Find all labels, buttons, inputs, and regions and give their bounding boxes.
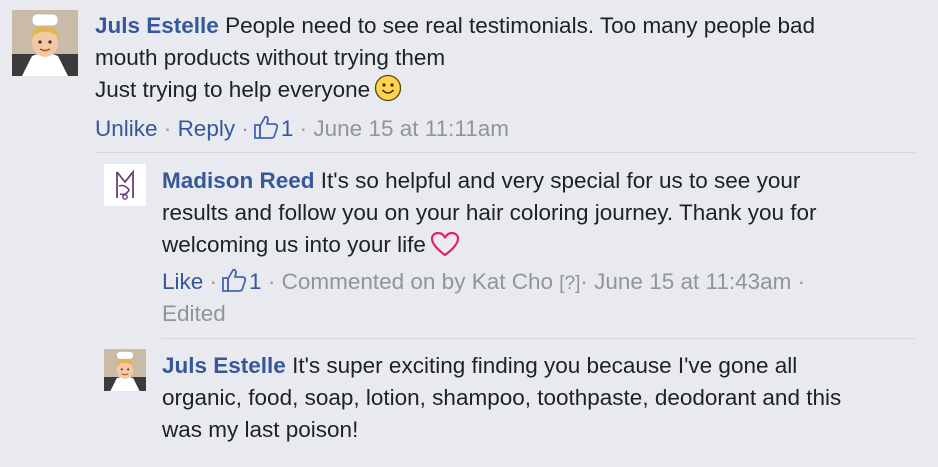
comment-author[interactable]: Madison Reed (162, 168, 315, 193)
comment-text-line: was my last poison! (162, 417, 359, 442)
comment-text-line: It's super exciting finding you because … (292, 353, 798, 378)
heart-emoji-icon (430, 231, 460, 266)
separator: · (299, 116, 308, 141)
commented-by-text: Commented on by Kat Cho (281, 269, 553, 294)
separator: · (580, 269, 588, 294)
comment-author[interactable]: Juls Estelle (162, 353, 286, 378)
help-link[interactable]: [?] (559, 273, 580, 294)
reply-divider (95, 152, 915, 153)
reply-link[interactable]: Reply (178, 116, 236, 141)
comment-timestamp[interactable]: June 15 at 11:43am (594, 269, 791, 294)
comment-text-line: results and follow you on your hair colo… (162, 200, 817, 225)
avatar-madison-reed[interactable] (104, 164, 146, 206)
comment-text-line: It's so helpful and very special for us … (320, 168, 801, 193)
comment-author[interactable]: Juls Estelle (95, 13, 219, 38)
like-count[interactable]: 1 (249, 269, 262, 294)
comment-text-line: welcoming us into your life (162, 232, 426, 257)
separator: · (209, 269, 218, 294)
avatar-juls-estelle[interactable] (104, 349, 146, 391)
comment-text-line: Just trying to help everyone (95, 77, 371, 102)
avatar-juls-estelle[interactable] (12, 10, 78, 76)
separator: · (267, 269, 276, 294)
avatar-chef-image (12, 10, 78, 76)
unlike-link[interactable]: Unlike (95, 116, 158, 141)
smiley-emoji-icon (374, 74, 402, 111)
comment-text-line: mouth products without trying them (95, 45, 446, 70)
reply-divider (162, 338, 915, 339)
edited-link[interactable]: Edited (162, 301, 226, 326)
comment-text-line: People need to see real testimonials. To… (225, 13, 816, 38)
thumbs-up-icon[interactable] (221, 267, 247, 302)
separator: · (241, 116, 249, 141)
like-link[interactable]: Like (162, 269, 203, 294)
separator: · (797, 269, 806, 294)
comment-timestamp[interactable]: June 15 at 11:11am (313, 116, 509, 141)
separator: · (163, 116, 172, 141)
comment-text-line: organic, food, soap, lotion, shampoo, to… (162, 385, 842, 410)
madison-reed-logo-icon (104, 164, 146, 206)
thumbs-up-icon[interactable] (253, 114, 279, 149)
like-count[interactable]: 1 (281, 116, 294, 141)
avatar-chef-image (104, 349, 146, 391)
